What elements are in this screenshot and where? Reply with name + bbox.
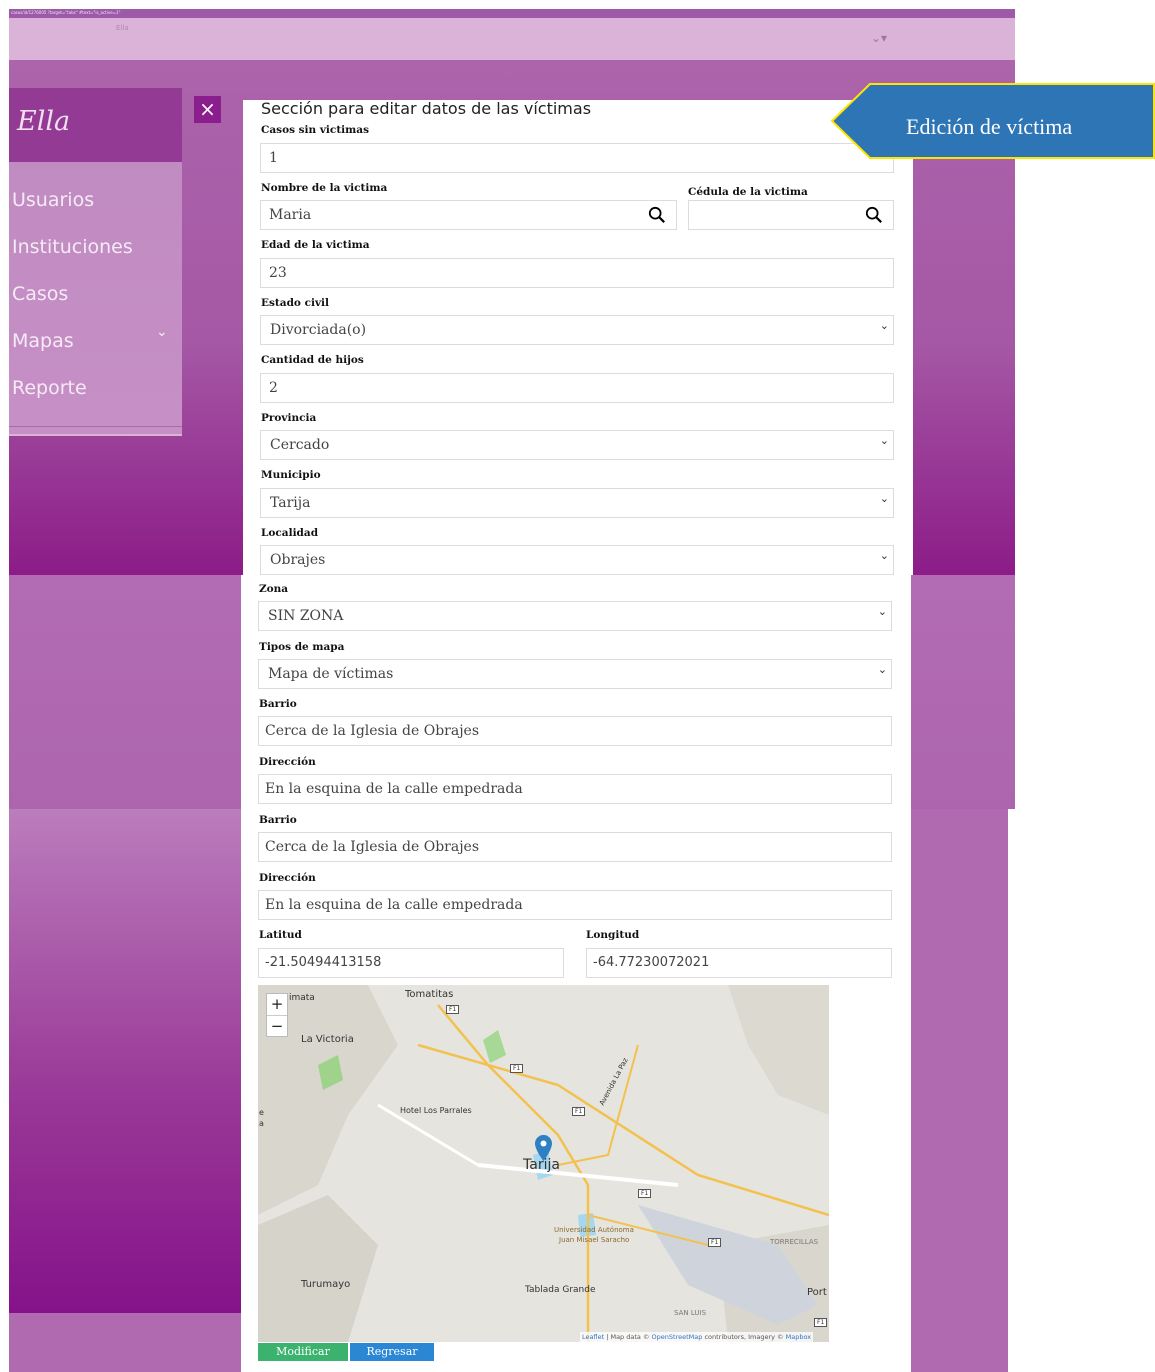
- mapbox-link[interactable]: Mapbox: [786, 1333, 811, 1341]
- zona-value: SIN ZONA: [268, 608, 344, 624]
- map-zoom-control: + −: [266, 993, 288, 1037]
- sidebar-item-usuarios[interactable]: Usuarios: [12, 189, 94, 211]
- estado-civil-value: Divorciada(o): [270, 322, 367, 338]
- estado-civil-label: Estado civil: [261, 297, 330, 309]
- tipo-mapa-value: Mapa de víctimas: [268, 666, 394, 682]
- attribution-text: | Map data ©: [604, 1333, 652, 1341]
- close-sidebar-button[interactable]: ×: [194, 96, 221, 123]
- casos-sin-victimas-input[interactable]: 1: [260, 143, 894, 173]
- top-navbar: Ella ⌄▾: [9, 18, 1015, 60]
- localidad-select[interactable]: Obrajes: [260, 545, 894, 575]
- page-background: [1008, 809, 1015, 1372]
- municipio-select[interactable]: Tarija: [260, 488, 894, 518]
- sidebar: Ella Usuarios Instituciones Casos Mapas …: [9, 88, 182, 436]
- hijos-label: Cantidad de hijos: [261, 354, 364, 366]
- sidebar-logo[interactable]: Ella: [17, 106, 70, 137]
- sidebar-item-mapas[interactable]: Mapas: [12, 330, 74, 352]
- map-label: TORRECILLAS: [770, 1238, 819, 1246]
- zona-select[interactable]: SIN ZONA: [258, 601, 892, 631]
- direccion-input[interactable]: En la esquina de la calle empedrada: [258, 890, 892, 920]
- zona-label: Zona: [259, 583, 289, 595]
- route-shield-icon: F1: [638, 1189, 652, 1198]
- map-label: La Victoria: [301, 1034, 354, 1045]
- map-label: Hotel Los Parrales: [400, 1106, 472, 1115]
- provincia-label: Provincia: [261, 412, 317, 424]
- barrio-label: Barrio: [259, 814, 297, 826]
- route-shield-icon: F1: [572, 1107, 586, 1116]
- hijos-input[interactable]: 2: [260, 373, 894, 403]
- modificar-button[interactable]: Modificar: [258, 1343, 348, 1361]
- page-background: [9, 1313, 241, 1372]
- tipo-mapa-label: Tipos de mapa: [259, 641, 345, 653]
- map-label: Universidad Autónoma: [554, 1226, 634, 1234]
- sidebar-divider: [9, 426, 182, 427]
- direccion-label: Dirección: [259, 756, 316, 768]
- municipio-value: Tarija: [270, 495, 311, 511]
- map-attribution: Leaflet | Map data © OpenStreetMap contr…: [580, 1332, 814, 1342]
- tipo-mapa-select[interactable]: Mapa de víctimas: [258, 659, 892, 689]
- sidebar-item-casos[interactable]: Casos: [12, 283, 68, 305]
- localidad-value: Obrajes: [270, 552, 326, 568]
- map-label: a: [259, 1119, 264, 1128]
- nombre-label: Nombre de la victima: [261, 182, 388, 194]
- casos-label: Casos sin victimas: [261, 124, 369, 136]
- location-map[interactable]: imata Tomatitas La Victoria Hotel Los Pa…: [258, 985, 829, 1342]
- url-fragment: casos/id/1276005 ?target="tabs" #text="i…: [11, 10, 121, 15]
- map-label: Port: [807, 1287, 827, 1298]
- cedula-input[interactable]: [688, 200, 894, 230]
- longitud-label: Longitud: [586, 929, 640, 941]
- map-label: SAN LUIS: [674, 1309, 707, 1317]
- search-icon[interactable]: [648, 205, 666, 225]
- map-label: Tablada Grande: [525, 1285, 596, 1295]
- direccion-input[interactable]: En la esquina de la calle empedrada: [258, 774, 892, 804]
- regresar-button[interactable]: Regresar: [350, 1343, 434, 1361]
- page-background: [9, 809, 241, 1313]
- edition-callout-text: Edición de víctima: [906, 114, 1073, 139]
- nombre-value: Maria: [269, 207, 312, 223]
- cedula-label: Cédula de la victima: [688, 186, 808, 198]
- route-shield-icon: F1: [446, 1005, 460, 1014]
- localidad-label: Localidad: [261, 527, 319, 539]
- estado-civil-select[interactable]: Divorciada(o): [260, 315, 894, 345]
- map-label: Turumayo: [301, 1279, 351, 1290]
- longitud-input[interactable]: -64.77230072021: [586, 948, 892, 978]
- map-marker-icon[interactable]: [535, 1135, 552, 1161]
- route-shield-icon: F1: [708, 1238, 722, 1247]
- barrio-label: Barrio: [259, 698, 297, 710]
- municipio-label: Municipio: [261, 469, 321, 481]
- edad-input[interactable]: 23: [260, 258, 894, 288]
- map-label: Tomatitas: [405, 989, 454, 1000]
- sidebar-item-reporte[interactable]: Reporte: [12, 377, 87, 399]
- barrio-input[interactable]: Cerca de la Iglesia de Obrajes: [258, 716, 892, 746]
- provincia-value: Cercado: [270, 437, 330, 453]
- edad-label: Edad de la victima: [261, 239, 370, 251]
- route-shield-icon: F1: [510, 1064, 524, 1073]
- attribution-text: contributors, Imagery ©: [702, 1333, 786, 1341]
- latitud-label: Latitud: [259, 929, 302, 941]
- navbar-brand[interactable]: Ella: [116, 24, 129, 32]
- zoom-out-button[interactable]: −: [267, 1016, 287, 1037]
- barrio-input[interactable]: Cerca de la Iglesia de Obrajes: [258, 832, 892, 862]
- search-icon[interactable]: [865, 205, 883, 225]
- sidebar-item-instituciones[interactable]: Instituciones: [12, 236, 133, 258]
- map-label: imata: [289, 993, 315, 1003]
- sidebar-header: Ella: [9, 88, 182, 162]
- direccion-label: Dirección: [259, 872, 316, 884]
- leaflet-link[interactable]: Leaflet: [582, 1333, 604, 1341]
- user-menu-dropdown-icon[interactable]: ⌄▾: [871, 31, 887, 45]
- page-background: [911, 809, 1008, 1372]
- nombre-input[interactable]: Maria: [260, 200, 677, 230]
- page-title: Sección para editar datos de las víctima…: [261, 99, 592, 118]
- latitud-input[interactable]: -21.50494413158: [258, 948, 564, 978]
- route-shield-icon: F1: [814, 1318, 828, 1327]
- map-label: Juan Misael Saracho: [559, 1236, 630, 1244]
- chevron-down-icon[interactable]: ⌄: [156, 324, 168, 340]
- map-label: e: [259, 1108, 264, 1117]
- osm-link[interactable]: OpenStreetMap: [652, 1333, 703, 1341]
- zoom-in-button[interactable]: +: [267, 994, 287, 1016]
- browser-status-strip: casos/id/1276005 ?target="tabs" #text="i…: [9, 9, 1015, 18]
- provincia-select[interactable]: Cercado: [260, 430, 894, 460]
